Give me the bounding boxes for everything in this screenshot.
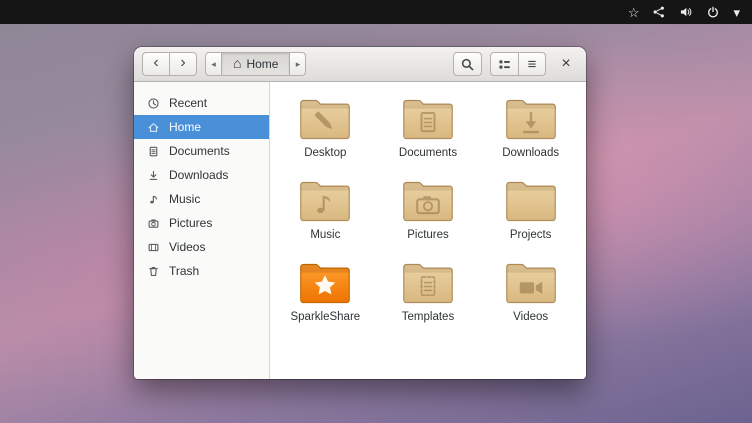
header-bar: ‹ › ◂ ⌂ Home ▸ ≡ ×: [134, 47, 586, 82]
history-nav-group: ‹ ›: [142, 52, 197, 76]
film-icon: [147, 241, 160, 254]
menu-button[interactable]: ≡: [518, 52, 546, 76]
places-sidebar: Recent Home Documents Downloads Music Pi…: [134, 82, 270, 379]
file-label: Pictures: [407, 229, 449, 241]
file-label: Music: [310, 229, 340, 241]
path-next-button[interactable]: ▸: [289, 52, 306, 76]
file-item-videos[interactable]: Videos: [479, 261, 582, 323]
power-icon[interactable]: [706, 0, 720, 24]
file-label: Videos: [513, 311, 548, 323]
download-icon: [147, 169, 160, 182]
back-button[interactable]: ‹: [142, 52, 170, 76]
path-prev-button[interactable]: ◂: [205, 52, 222, 76]
file-label: Documents: [399, 147, 457, 159]
sidebar-item-videos[interactable]: Videos: [134, 235, 269, 259]
sidebar-item-music[interactable]: Music: [134, 187, 269, 211]
file-label: Desktop: [304, 147, 346, 159]
file-item-projects[interactable]: Projects: [479, 179, 582, 241]
close-button[interactable]: ×: [554, 52, 578, 76]
sidebar-item-label: Documents: [169, 144, 230, 158]
search-icon: [460, 57, 475, 72]
network-icon[interactable]: [652, 0, 666, 24]
path-bar: ◂ ⌂ Home ▸: [205, 52, 306, 76]
path-home-label: Home: [246, 57, 278, 71]
folder-icon: [400, 261, 456, 306]
forward-icon: ›: [180, 55, 185, 71]
file-label: SparkleShare: [290, 311, 360, 323]
clock-icon: [147, 97, 160, 110]
folder-icon: [297, 97, 353, 142]
folder-icon: [400, 97, 456, 142]
file-item-sparkleshare[interactable]: SparkleShare: [274, 261, 377, 323]
sidebar-item-label: Videos: [169, 240, 205, 254]
back-icon: ‹: [153, 55, 158, 71]
sidebar-item-label: Trash: [169, 264, 199, 278]
camera-icon: [147, 217, 160, 230]
home-icon: [147, 121, 160, 134]
sidebar-item-label: Recent: [169, 96, 207, 110]
sidebar-item-label: Pictures: [169, 216, 212, 230]
system-top-bar: ☆ ▾: [0, 0, 752, 24]
file-label: Downloads: [502, 147, 559, 159]
favorites-star-icon[interactable]: ☆: [628, 0, 640, 24]
chevron-down-icon[interactable]: ▾: [733, 0, 740, 24]
file-label: Projects: [510, 229, 552, 241]
view-menu-group: ≡: [490, 52, 546, 76]
volume-icon[interactable]: [679, 0, 693, 24]
sidebar-item-label: Music: [169, 192, 200, 206]
folder-icon: [503, 97, 559, 142]
sidebar-item-pictures[interactable]: Pictures: [134, 211, 269, 235]
file-manager-window: ‹ › ◂ ⌂ Home ▸ ≡ ×: [134, 47, 586, 379]
folder-icon: [400, 179, 456, 224]
sidebar-item-home[interactable]: Home: [134, 115, 269, 139]
file-item-templates[interactable]: Templates: [377, 261, 480, 323]
file-item-documents[interactable]: Documents: [377, 97, 480, 159]
list-view-icon: [497, 57, 512, 72]
header-actions: ≡ ×: [453, 52, 578, 76]
file-label: Templates: [402, 311, 454, 323]
hamburger-menu-icon: ≡: [528, 57, 537, 72]
path-home-button[interactable]: ⌂ Home: [221, 52, 290, 76]
sidebar-item-trash[interactable]: Trash: [134, 259, 269, 283]
path-next-icon: ▸: [296, 60, 301, 69]
sidebar-item-label: Home: [169, 120, 201, 134]
view-toggle-button[interactable]: [490, 52, 519, 76]
folder-icon: [503, 261, 559, 306]
home-icon: ⌂: [233, 56, 241, 70]
document-icon: [147, 145, 160, 158]
trash-icon: [147, 265, 160, 278]
music-note-icon: [147, 193, 160, 206]
folder-icon: [297, 261, 353, 306]
close-icon: ×: [561, 56, 570, 72]
path-prev-icon: ◂: [211, 60, 216, 69]
file-grid: Desktop Documents Downloads: [270, 82, 586, 379]
sidebar-item-documents[interactable]: Documents: [134, 139, 269, 163]
sidebar-item-recent[interactable]: Recent: [134, 91, 269, 115]
file-item-desktop[interactable]: Desktop: [274, 97, 377, 159]
folder-icon: [503, 179, 559, 224]
folder-icon: [297, 179, 353, 224]
window-body: Recent Home Documents Downloads Music Pi…: [134, 82, 586, 379]
sidebar-item-label: Downloads: [169, 168, 228, 182]
sidebar-item-downloads[interactable]: Downloads: [134, 163, 269, 187]
forward-button[interactable]: ›: [169, 52, 197, 76]
file-item-pictures[interactable]: Pictures: [377, 179, 480, 241]
file-item-music[interactable]: Music: [274, 179, 377, 241]
search-button[interactable]: [453, 52, 482, 76]
file-item-downloads[interactable]: Downloads: [479, 97, 582, 159]
